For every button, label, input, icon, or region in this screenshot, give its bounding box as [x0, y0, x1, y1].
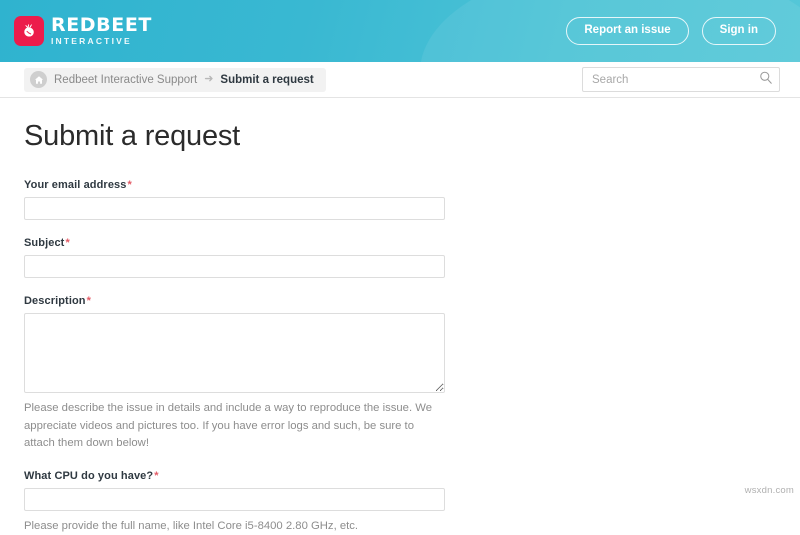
field-label-text: Subject [24, 237, 64, 249]
field-label-description: Description* [24, 295, 776, 307]
required-marker: * [154, 470, 158, 482]
logo-text: REDBEET INTERACTIVE [51, 16, 152, 46]
watermark: wsxdn.com [745, 485, 794, 496]
field-label-text: Description [24, 295, 86, 307]
search-input[interactable] [582, 67, 780, 92]
email-input[interactable] [24, 197, 445, 220]
field-label-text: What CPU do you have? [24, 470, 153, 482]
subject-input[interactable] [24, 255, 445, 278]
field-label-text: Your email address [24, 179, 126, 191]
field-label-subject: Subject* [24, 237, 776, 249]
home-icon[interactable] [30, 71, 47, 88]
site-header: REDBEET INTERACTIVE Report an issue Sign… [0, 0, 800, 62]
breadcrumb: Redbeet Interactive Support ➜ Submit a r… [24, 68, 326, 92]
field-label-cpu: What CPU do you have?* [24, 470, 776, 482]
logo-subtitle: INTERACTIVE [51, 37, 152, 46]
required-marker: * [65, 237, 69, 249]
field-label-email: Your email address* [24, 179, 776, 191]
cpu-help-text: Please provide the full name, like Intel… [24, 518, 444, 535]
required-marker: * [127, 179, 131, 191]
search-box [582, 67, 780, 92]
breadcrumb-item-current: Submit a request [220, 74, 313, 86]
submit-request-form: Your email address* Subject* Description… [24, 179, 776, 535]
site-logo[interactable]: REDBEET INTERACTIVE [14, 16, 152, 46]
field-subject: Subject* [24, 237, 776, 278]
required-marker: * [87, 295, 91, 307]
breadcrumb-item-root[interactable]: Redbeet Interactive Support [54, 74, 197, 86]
header-inner: REDBEET INTERACTIVE Report an issue Sign… [0, 0, 800, 62]
cpu-input[interactable] [24, 488, 445, 511]
beet-icon [14, 16, 44, 46]
description-textarea[interactable] [24, 313, 445, 393]
report-an-issue-button[interactable]: Report an issue [566, 17, 688, 45]
field-cpu: What CPU do you have?* Please provide th… [24, 470, 776, 535]
field-email: Your email address* [24, 179, 776, 220]
logo-title: REDBEET [51, 16, 152, 35]
sub-navigation-bar: Redbeet Interactive Support ➜ Submit a r… [0, 62, 800, 98]
sign-in-button[interactable]: Sign in [702, 17, 776, 45]
page-title: Submit a request [24, 120, 776, 153]
header-actions: Report an issue Sign in [566, 17, 776, 45]
breadcrumb-separator-icon: ➜ [204, 74, 213, 85]
description-help-text: Please describe the issue in details and… [24, 400, 444, 453]
field-description: Description* Please describe the issue i… [24, 295, 776, 453]
main-content: Submit a request Your email address* Sub… [0, 98, 800, 535]
